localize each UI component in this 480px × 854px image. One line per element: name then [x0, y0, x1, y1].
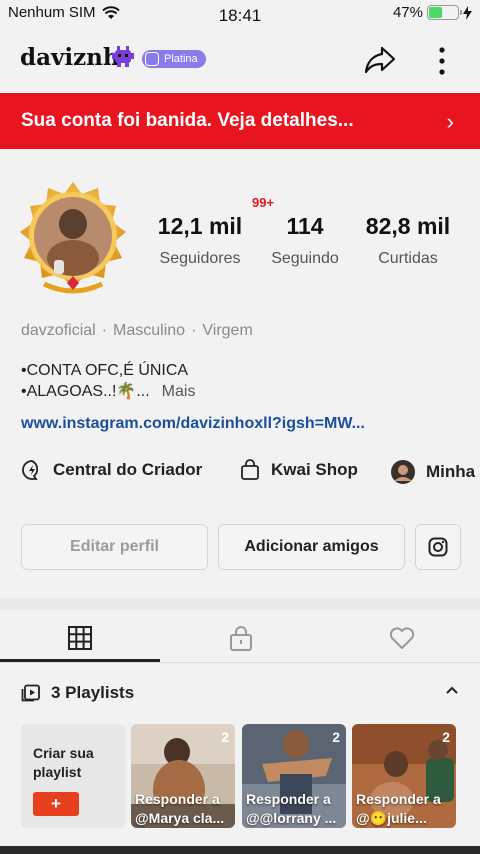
playlist-count: 2	[442, 729, 450, 745]
bio-line-2: •ALAGOAS..!🌴...	[21, 383, 150, 400]
minha-link[interactable]: Minha	[390, 459, 475, 485]
alien-emoji-icon	[112, 46, 134, 67]
kwai-shop-label: Kwai Shop	[271, 460, 358, 479]
create-playlist-label: Criar sua playlist	[33, 745, 94, 780]
quick-links-row: Central do Criador Kwai Shop Minha	[0, 459, 480, 487]
notification-badge: 99+	[252, 195, 275, 210]
battery-percent: 47%	[392, 4, 423, 21]
chevron-right-icon: ›	[446, 109, 454, 134]
kwai-shop-link[interactable]: Kwai Shop	[239, 459, 358, 481]
battery-group: 47%	[393, 4, 472, 21]
chevron-up-icon[interactable]	[444, 682, 460, 698]
stat-likes[interactable]: 82,8 mil Curtidas	[348, 213, 468, 268]
bio: •CONTA OFC,É ÚNICA •ALAGOAS..!🌴... Mais	[21, 360, 195, 402]
profile-header: daviznh Platina	[0, 36, 480, 84]
instagram-icon	[428, 537, 448, 557]
meta-separator: ·	[101, 322, 108, 339]
platinum-badge[interactable]: Platina	[142, 50, 206, 68]
playlist-caption: Responder a @Marya cla...	[135, 791, 225, 826]
username-title: daviznh	[20, 44, 120, 71]
playlist-caption: Responder a @@lorrany ...	[246, 791, 337, 826]
profile-meta: davzoficial · Masculino · Virgem	[21, 322, 253, 340]
playlist-card[interactable]: 2 Responder a @Marya cla...	[131, 724, 235, 828]
minha-label: Minha	[426, 462, 476, 481]
platinum-badge-label: Platina	[164, 53, 198, 65]
platinum-badge-icon	[145, 52, 159, 66]
followers-count: 12,1 mil	[157, 213, 243, 239]
playlists-header[interactable]: 3 Playlists	[21, 683, 134, 703]
status-bar: Nenhum SIM 18:41 47%	[0, 0, 480, 28]
banned-account-banner[interactable]: Sua conta foi banida. Veja detalhes... ›	[0, 93, 480, 149]
shopping-bag-icon	[241, 459, 259, 480]
playlists-title: 3 Playlists	[51, 683, 135, 702]
playlist-count: 2	[221, 729, 229, 745]
heart-icon[interactable]	[388, 624, 416, 652]
likes-count: 82,8 mil	[365, 213, 451, 239]
tabs-border	[0, 662, 480, 663]
bio-line-1: •CONTA OFC,É ÚNICA	[21, 362, 189, 379]
battery-icon	[427, 5, 462, 20]
add-friends-button[interactable]: Adicionar amigos	[218, 524, 405, 570]
edit-profile-button[interactable]: Editar perfil	[21, 524, 208, 570]
playlist-count: 2	[332, 729, 340, 745]
stat-followers[interactable]: 12,1 mil Seguidores	[140, 213, 260, 268]
following-label: Seguindo	[271, 250, 339, 267]
bio-more-link[interactable]: Mais	[162, 383, 196, 400]
avatar[interactable]	[14, 180, 132, 298]
create-playlist-button[interactable]: +	[33, 792, 79, 816]
playlist-caption: Responder a @😶julie...	[356, 791, 441, 826]
followers-label: Seguidores	[159, 250, 241, 267]
avatar-icon	[391, 460, 415, 484]
charging-bolt-icon	[463, 5, 472, 20]
creator-center-label: Central do Criador	[53, 460, 203, 479]
zodiac-sign: Virgem	[202, 322, 253, 339]
banner-text: Sua conta foi banida. Veja detalhes...	[21, 110, 354, 131]
gender: Masculino	[113, 322, 186, 339]
playlist-icon	[21, 684, 40, 702]
instagram-button[interactable]	[415, 524, 461, 570]
playlist-card[interactable]: 2 Responder a @😶julie...	[352, 724, 456, 828]
playlist-card[interactable]: 2 Responder a @@lorrany ...	[242, 724, 346, 828]
handle: davzoficial	[21, 322, 96, 339]
share-icon[interactable]	[362, 42, 398, 78]
lock-icon[interactable]	[227, 624, 255, 652]
create-playlist-card[interactable]: Criar sua playlist +	[21, 724, 125, 828]
profile-link[interactable]: www.instagram.com/davizinhoxll?igsh=MW..…	[21, 415, 365, 433]
creator-center-link[interactable]: Central do Criador	[21, 459, 202, 481]
following-count: 114	[286, 213, 324, 239]
content-tabs	[0, 610, 480, 664]
more-vertical-icon[interactable]	[430, 42, 454, 78]
grid-icon[interactable]	[66, 624, 94, 652]
stat-following[interactable]: 114 Seguindo	[245, 213, 365, 268]
battery-level	[429, 7, 443, 18]
section-divider	[0, 598, 480, 610]
creator-center-icon	[22, 460, 39, 480]
meta-separator: ·	[191, 322, 197, 339]
bottom-video-strip	[0, 846, 480, 854]
bio-line-2-row: •ALAGOAS..!🌴... Mais	[21, 381, 195, 402]
likes-label: Curtidas	[378, 250, 438, 267]
